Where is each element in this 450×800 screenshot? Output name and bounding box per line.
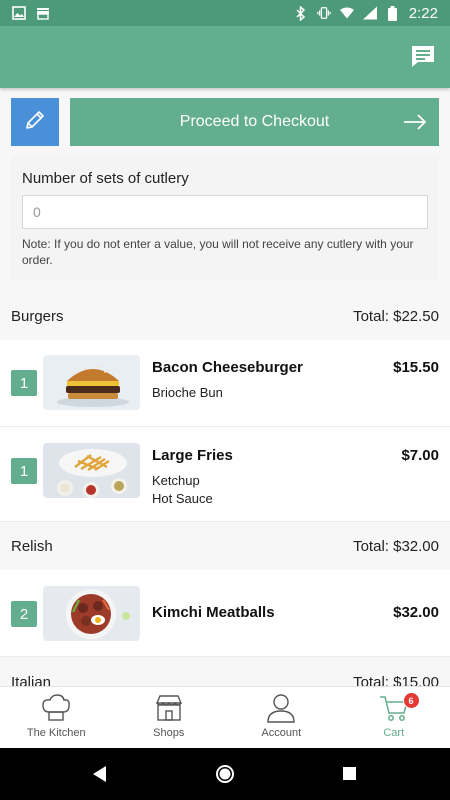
section-name: Burgers — [11, 307, 64, 325]
nav-shops[interactable]: Shops — [113, 687, 226, 748]
recents-icon[interactable] — [343, 767, 356, 785]
item-option: Brioche Bun — [152, 385, 223, 400]
nav-the-kitchen[interactable]: The Kitchen — [0, 687, 113, 748]
chat-icon[interactable] — [410, 44, 436, 68]
section-name: Italian — [11, 673, 52, 687]
chef-hat-icon — [40, 693, 72, 723]
clock: 2:22 — [408, 4, 438, 22]
store-notification-icon — [36, 6, 50, 20]
back-icon[interactable] — [93, 766, 107, 787]
status-bar: 2:22 — [0, 0, 450, 26]
quantity-badge[interactable]: 1 — [11, 458, 37, 484]
section-total: Total: $32.00 — [353, 537, 439, 555]
bacon-cheeseburger-image — [43, 355, 140, 410]
system-navigation-bar — [0, 748, 450, 800]
storefront-icon — [153, 693, 185, 723]
signal-icon — [362, 6, 377, 20]
person-icon — [265, 693, 297, 723]
home-icon[interactable] — [215, 764, 235, 789]
arrow-right-icon — [403, 110, 427, 134]
battery-icon — [386, 5, 400, 21]
cart-item-row[interactable]: 1 Bacon Cheeseburger $15.50 Brioche Bun — [0, 340, 450, 427]
nav-label: The Kitchen — [26, 727, 86, 739]
cutlery-label: Number of sets of cutlery — [22, 170, 189, 187]
nav-label: Account — [261, 727, 302, 739]
cart-count-badge: 6 — [402, 692, 420, 709]
cart-content: Proceed to Checkout Number of sets of cu… — [0, 88, 450, 686]
section-total: Total: $22.50 — [353, 307, 439, 325]
item-option: Hot Sauce — [152, 491, 213, 506]
cutlery-note: Note: If you do not enter a value, you w… — [22, 237, 414, 267]
item-name: Bacon Cheeseburger — [152, 359, 303, 376]
item-price: $7.00 — [401, 447, 439, 464]
cutlery-count-input[interactable] — [22, 195, 428, 229]
cart-screen: 2:22 Proceed to Checkout Number of sets … — [0, 0, 450, 800]
app-bar — [0, 26, 450, 88]
proceed-to-checkout-button[interactable]: Proceed to Checkout — [70, 98, 439, 146]
quantity-badge[interactable]: 2 — [11, 601, 37, 627]
cutlery-card: Number of sets of cutlery Note: If you d… — [11, 156, 439, 280]
large-fries-image — [43, 443, 140, 498]
bluetooth-icon — [294, 5, 308, 21]
section-name: Relish — [11, 537, 53, 555]
item-option: Ketchup — [152, 473, 200, 488]
checkout-row: Proceed to Checkout — [11, 98, 439, 146]
edit-order-button[interactable] — [11, 98, 59, 146]
item-name: Large Fries — [152, 447, 233, 464]
kimchi-meatballs-image — [43, 586, 140, 641]
checkout-label: Proceed to Checkout — [179, 113, 330, 130]
item-price: $15.50 — [393, 359, 439, 376]
nav-label: Cart — [383, 727, 405, 739]
item-price: $32.00 — [393, 604, 439, 621]
nav-cart[interactable]: Cart 6 — [338, 687, 450, 748]
wifi-icon — [339, 6, 354, 20]
nav-account[interactable]: Account — [225, 687, 338, 748]
section-header: Italian Total: $15.00 — [0, 658, 450, 686]
nav-label: Shops — [153, 727, 185, 739]
pencil-icon — [24, 109, 46, 136]
section-total: Total: $15.00 — [353, 673, 439, 687]
cart-item-row[interactable]: 1 Large Fries $7.00 Ketchup Hot Sauce — [0, 427, 450, 522]
cart-item-row[interactable]: 2 Kimchi Meatballs $32.00 — [0, 570, 450, 657]
item-name: Kimchi Meatballs — [152, 604, 275, 621]
image-notification-icon — [12, 6, 26, 20]
section-header: Relish Total: $32.00 — [0, 522, 450, 570]
vibrate-icon — [317, 6, 331, 20]
section-header: Burgers Total: $22.50 — [0, 292, 450, 340]
bottom-navigation: The Kitchen Shops Account Cart 6 — [0, 686, 450, 748]
quantity-badge[interactable]: 1 — [11, 370, 37, 396]
